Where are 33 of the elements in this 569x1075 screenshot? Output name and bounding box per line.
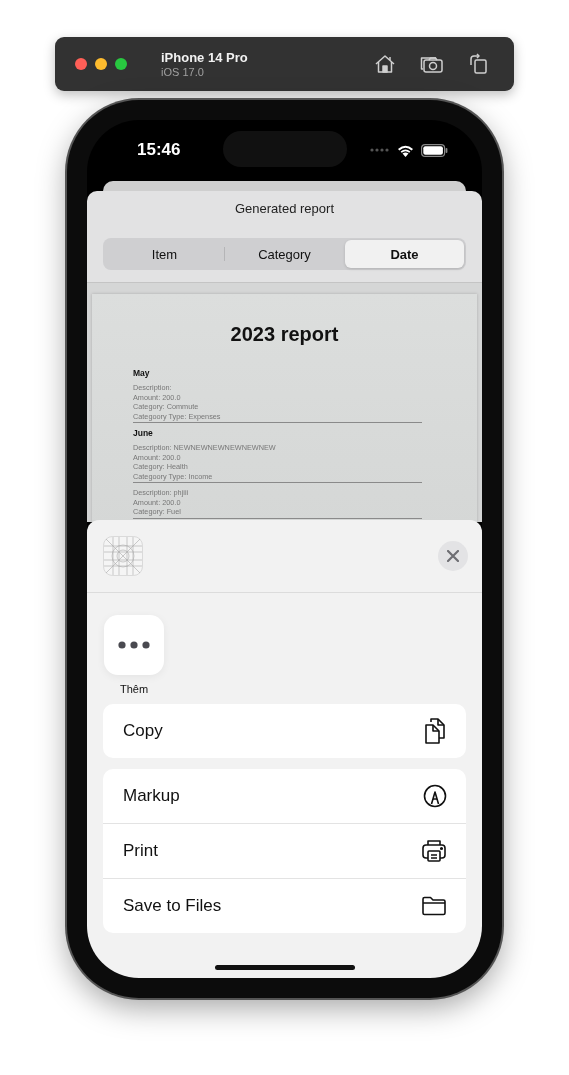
action-row[interactable]: Save to Files xyxy=(103,878,466,933)
action-row[interactable]: Markup xyxy=(103,769,466,823)
segment-tab[interactable]: Item xyxy=(105,240,224,268)
more-button[interactable] xyxy=(104,615,164,675)
close-window-button[interactable] xyxy=(75,58,87,70)
status-time: 15:46 xyxy=(137,140,181,160)
close-icon xyxy=(447,550,459,562)
document-thumbnail-icon xyxy=(103,536,143,576)
month-heading: June xyxy=(133,428,154,439)
wifi-icon xyxy=(397,143,414,157)
zoom-window-button[interactable] xyxy=(115,58,127,70)
action-row[interactable]: Print xyxy=(103,823,466,878)
device-name: iPhone 14 Pro xyxy=(161,49,248,66)
folder-icon xyxy=(421,896,447,916)
os-version: iOS 17.0 xyxy=(161,65,205,79)
battery-icon xyxy=(421,143,448,157)
close-button[interactable] xyxy=(438,541,468,571)
pen-in-circle-icon xyxy=(423,784,447,808)
copy-icon xyxy=(423,717,447,745)
camera-icon[interactable] xyxy=(420,54,444,74)
minimize-window-button[interactable] xyxy=(95,58,107,70)
rotate-icon[interactable] xyxy=(468,53,488,75)
month-heading: May xyxy=(133,368,151,379)
action-row[interactable]: Copy xyxy=(103,704,466,758)
report-title: 2023 report xyxy=(229,322,340,346)
segment-tab[interactable]: Date xyxy=(345,240,464,268)
home-icon[interactable] xyxy=(374,54,396,74)
signal-dots-icon xyxy=(370,148,390,152)
app-label: Thêm xyxy=(119,683,149,696)
ellipsis-icon xyxy=(118,641,150,649)
sheet-title: Generated report xyxy=(234,201,335,217)
segment-tab[interactable]: Category xyxy=(225,240,344,268)
printer-icon xyxy=(421,839,447,863)
